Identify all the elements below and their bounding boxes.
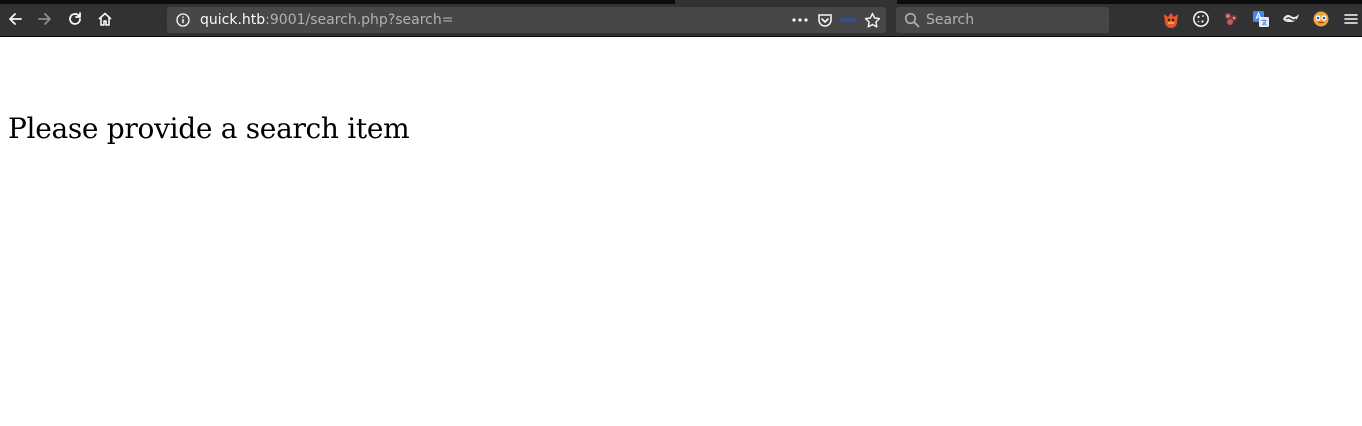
- url-host: quick.htb: [200, 12, 266, 28]
- forward-arrow-icon[interactable]: [34, 8, 56, 30]
- search-message: Please provide a search item: [8, 112, 410, 145]
- search-input[interactable]: [926, 10, 1102, 30]
- wappalyzer-icon[interactable]: [1282, 10, 1300, 28]
- magnifier-icon: [904, 12, 920, 33]
- pocket-icon[interactable]: [816, 11, 834, 29]
- page-content: Please provide a search item: [0, 37, 1362, 426]
- more-dots-icon[interactable]: [791, 11, 809, 29]
- hamburger-menu-icon[interactable]: [1342, 10, 1360, 28]
- star-icon[interactable]: [863, 11, 881, 29]
- url-bar[interactable]: quick.htb:9001/search.php?search=: [167, 7, 886, 33]
- url-path: :9001/search.php?search=: [265, 12, 454, 28]
- home-icon[interactable]: [94, 8, 116, 30]
- browser-toolbar: quick.htb:9001/search.php?search=: [0, 0, 1362, 37]
- search-bar[interactable]: [896, 7, 1109, 33]
- reload-icon[interactable]: [64, 8, 86, 30]
- back-arrow-icon[interactable]: [4, 8, 26, 30]
- url-text[interactable]: quick.htb:9001/search.php?search=: [200, 12, 454, 28]
- info-icon[interactable]: [176, 13, 190, 32]
- foxyproxy-icon[interactable]: [1162, 10, 1180, 28]
- reader-mode-icon[interactable]: [839, 11, 857, 29]
- face-icon[interactable]: [1312, 10, 1330, 28]
- tab-strip: [0, 0, 1362, 4]
- active-tab-indicator[interactable]: [675, 0, 897, 4]
- paw-icon[interactable]: [1222, 10, 1240, 28]
- translate-icon[interactable]: [1252, 10, 1270, 28]
- cookie-icon[interactable]: [1192, 10, 1210, 28]
